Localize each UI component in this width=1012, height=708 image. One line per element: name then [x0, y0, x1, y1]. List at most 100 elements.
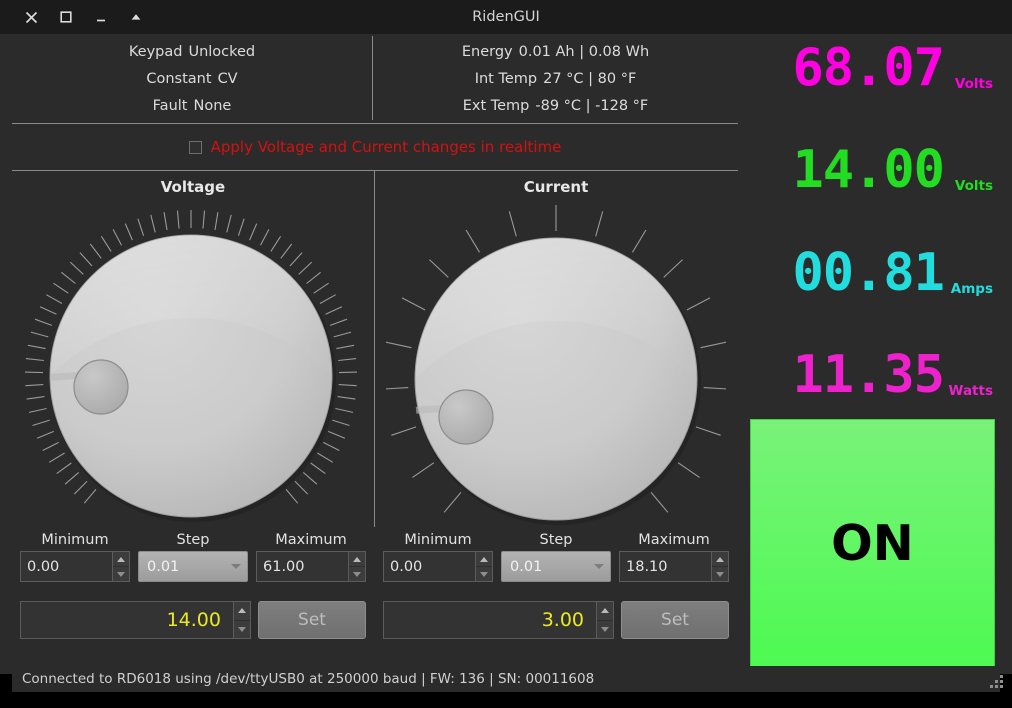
current-minimum-value: 0.00	[390, 558, 423, 575]
voltage-set-value: 14.00	[166, 609, 221, 631]
readout-power: 11.35 Watts	[742, 343, 1000, 413]
status-bar: Connected to RD6018 using /dev/ttyUSB0 a…	[12, 666, 1000, 692]
current-dial[interactable]	[375, 199, 737, 527]
status-ext-temp-label: Ext Temp	[462, 97, 530, 114]
current-minimum-down[interactable]	[476, 567, 492, 581]
readout-voltage-set-value: 14.00	[792, 140, 945, 200]
status-energy-value: 0.01 Ah | 0.08 Wh	[518, 43, 650, 60]
voltage-dial[interactable]	[12, 199, 374, 527]
status-column-left: Keypad Unlocked Constant CV Fault None	[12, 34, 372, 123]
status-panel: Keypad Unlocked Constant CV Fault None Ener…	[12, 34, 738, 123]
status-fault: Fault None	[12, 96, 372, 116]
status-bar-message: Connected to RD6018 using /dev/ttyUSB0 a…	[22, 671, 595, 687]
chevron-down-icon[interactable]	[588, 564, 610, 569]
maximize-icon[interactable]	[57, 8, 75, 26]
readout-power-value: 11.35	[792, 345, 945, 405]
current-limits-row: Minimum 0.00 Step 0.01 Maximum 18.10	[383, 529, 729, 597]
chevron-down-icon[interactable]	[225, 564, 247, 569]
voltage-minimum-label: Minimum	[41, 532, 109, 548]
status-fault-label: Fault	[152, 97, 188, 114]
voltage-maximum-cell: Maximum 61.00	[256, 529, 366, 582]
status-ext-temp-value: -89 °C | -128 °F	[535, 97, 649, 114]
current-maximum-up[interactable]	[712, 552, 728, 567]
window-title: RidenGUI	[472, 9, 540, 25]
voltage-set-up[interactable]	[234, 602, 250, 621]
voltage-step-cell: Step 0.01	[138, 529, 248, 582]
voltage-minimum-cell: Minimum 0.00	[20, 529, 130, 582]
current-minimum-up[interactable]	[476, 552, 492, 567]
readout-current-value: 00.81	[792, 243, 945, 303]
status-keypad-label: Keypad	[128, 43, 183, 60]
status-fault-value: None	[193, 97, 232, 114]
status-keypad-value: Unlocked	[188, 43, 256, 60]
window-controls	[22, 0, 145, 34]
current-minimum-label: Minimum	[404, 532, 472, 548]
status-ext-temp: Ext Temp -89 °C | -128 °F	[373, 96, 738, 116]
readout-current-unit: Amps	[950, 281, 993, 297]
status-column-right: Energy 0.01 Ah | 0.08 Wh Int Temp 27 °C | …	[373, 34, 738, 123]
close-icon[interactable]	[22, 8, 40, 26]
resize-grip[interactable]	[990, 675, 1004, 689]
current-set-stepper[interactable]	[596, 602, 613, 638]
voltage-limits-row: Minimum 0.00 Step 0.01 Maximum 61.00	[20, 529, 366, 597]
current-maximum-input[interactable]: 18.10	[619, 551, 729, 582]
app-window: RidenGUI Keypad Unlocked Constant CV Fault…	[0, 0, 1012, 708]
current-set-value: 3.00	[541, 609, 584, 631]
realtime-label: Apply Voltage and Current changes in rea…	[210, 138, 562, 156]
readout-voltage-actual-value: 68.07	[792, 38, 945, 98]
current-set-down[interactable]	[597, 620, 613, 638]
caret-up-icon[interactable]	[127, 8, 145, 26]
realtime-checkbox-row[interactable]: Apply Voltage and Current changes in rea…	[188, 138, 562, 156]
voltage-maximum-label: Maximum	[275, 532, 347, 548]
current-step-cell: Step 0.01	[501, 529, 611, 582]
voltage-maximum-input[interactable]: 61.00	[256, 551, 366, 582]
current-maximum-value: 18.10	[626, 558, 668, 575]
readout-voltage-set-unit: Volts	[954, 178, 993, 194]
output-toggle-button[interactable]: ON	[750, 419, 995, 667]
voltage-minimum-down[interactable]	[113, 567, 129, 581]
status-energy: Energy 0.01 Ah | 0.08 Wh	[373, 42, 738, 62]
current-set-up[interactable]	[597, 602, 613, 621]
voltage-maximum-down[interactable]	[349, 567, 365, 581]
voltage-maximum-stepper[interactable]	[348, 552, 365, 581]
minimize-icon[interactable]	[92, 8, 110, 26]
readout-voltage-actual-unit: Volts	[954, 76, 993, 92]
current-step-select[interactable]: 0.01	[501, 551, 611, 582]
voltage-maximum-up[interactable]	[349, 552, 365, 567]
readout-voltage-set: 14.00 Volts	[742, 138, 1000, 208]
realtime-checkbox[interactable]	[188, 140, 202, 154]
voltage-minimum-stepper[interactable]	[112, 552, 129, 581]
readout-voltage-actual: 68.07 Volts	[742, 36, 1000, 106]
voltage-set-input[interactable]: 14.00	[20, 601, 251, 639]
status-constant: Constant CV	[12, 69, 372, 89]
current-set-row: 3.00 Set	[383, 601, 729, 641]
voltage-set-stepper[interactable]	[233, 602, 250, 638]
voltage-panel: Voltage Minimum 0.00 Step 0.01 Maximum 6…	[12, 171, 374, 666]
status-constant-value: CV	[217, 70, 238, 87]
voltage-minimum-input[interactable]: 0.00	[20, 551, 130, 582]
voltage-step-select[interactable]: 0.01	[138, 551, 248, 582]
voltage-maximum-value: 61.00	[263, 558, 305, 575]
current-minimum-stepper[interactable]	[475, 552, 492, 581]
voltage-minimum-up[interactable]	[113, 552, 129, 567]
status-keypad: Keypad Unlocked	[12, 42, 372, 62]
status-int-temp-label: Int Temp	[474, 70, 538, 87]
current-step-label: Step	[539, 532, 573, 548]
current-title: Current	[523, 178, 589, 196]
voltage-set-row: 14.00 Set	[20, 601, 366, 641]
current-minimum-cell: Minimum 0.00	[383, 529, 493, 582]
voltage-set-down[interactable]	[234, 620, 250, 638]
voltage-set-button[interactable]: Set	[258, 601, 366, 639]
title-bar: RidenGUI	[0, 0, 1012, 34]
status-constant-label: Constant	[146, 70, 212, 87]
current-step-value: 0.01	[510, 558, 543, 575]
status-energy-label: Energy	[461, 43, 513, 60]
current-maximum-down[interactable]	[712, 567, 728, 581]
readout-current: 00.81 Amps	[742, 241, 1000, 311]
current-set-input[interactable]: 3.00	[383, 601, 614, 639]
current-panel: Current Minimum 0.00 Step 0.01 Maximum 1…	[375, 171, 737, 666]
current-maximum-stepper[interactable]	[711, 552, 728, 581]
status-int-temp: Int Temp 27 °C | 80 °F	[373, 69, 738, 89]
current-minimum-input[interactable]: 0.00	[383, 551, 493, 582]
current-set-button[interactable]: Set	[621, 601, 729, 639]
